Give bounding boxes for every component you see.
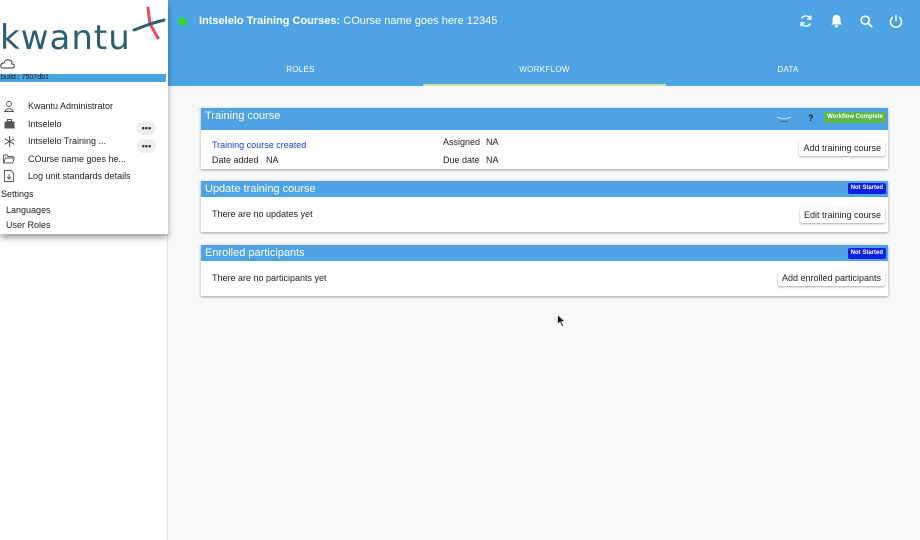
more-options-button[interactable]: •••	[137, 121, 156, 135]
sidebar-item-intselelo[interactable]: Intselelo	[0, 116, 62, 132]
tab-data[interactable]: DATA	[666, 60, 910, 86]
page-title-course: COurse name goes here 12345	[340, 15, 498, 27]
assigned-label: Assigned	[443, 137, 481, 147]
card-header: Update training course Not Started	[201, 181, 888, 197]
card-body: There are no updates yet Edit training c…	[201, 197, 888, 232]
card-body: There are no participants yet Add enroll…	[201, 261, 888, 296]
refresh-icon[interactable]	[798, 13, 814, 29]
update-training-course-card: Update training course Not Started There…	[201, 181, 888, 232]
cloud-icon[interactable]	[0, 58, 16, 70]
logo-mark-icon	[132, 6, 166, 40]
card-title: Training course	[205, 110, 281, 122]
help-icon[interactable]: ?	[808, 112, 814, 124]
add-enrolled-participants-button[interactable]: Add enrolled participants	[777, 271, 885, 286]
sidebar-item-user[interactable]: Kwantu Administrator	[0, 98, 113, 114]
folder-open-icon	[3, 153, 15, 165]
bell-icon[interactable]	[828, 13, 844, 29]
sidebar-item-label: Log unit standards details	[28, 171, 131, 181]
sidebar: kwantu build : 7507db1 Kwantu Administra…	[0, 0, 168, 540]
sidebar-item-label: Kwantu Administrator	[28, 101, 114, 111]
briefcase-icon	[3, 118, 15, 130]
no-participants-message: There are no participants yet	[212, 273, 327, 283]
status-badge: Workflow Complete	[824, 112, 886, 123]
training-course-card: Training course ? Workflow Complete Trai…	[201, 108, 888, 169]
due-date-label: Due date	[443, 155, 480, 165]
assigned-value: NA	[486, 137, 499, 147]
page-title-app: Intselelo Training Courses:	[199, 15, 341, 27]
enrolled-participants-card: Enrolled participants Not Started There …	[201, 245, 888, 296]
sidebar-item-log-unit[interactable]: Log unit standards details	[0, 168, 131, 184]
sidebar-menu: kwantu build : 7507db1 Kwantu Administra…	[0, 0, 168, 234]
date-added-value: NA	[266, 155, 279, 165]
document-icon	[3, 170, 15, 182]
sidebar-item-label: Intselelo Training ...	[28, 136, 107, 146]
tab-roles[interactable]: ROLES	[178, 60, 423, 86]
training-course-created-link[interactable]: Training course created	[212, 140, 306, 150]
settings-item-user-roles[interactable]: User Roles	[6, 220, 51, 230]
power-icon[interactable]	[888, 13, 904, 29]
sidebar-item-course[interactable]: COurse name goes he...	[0, 151, 126, 167]
mouse-cursor-icon	[557, 314, 566, 327]
no-updates-message: There are no updates yet	[212, 209, 313, 219]
sidebar-item-label: Intselelo	[28, 119, 62, 129]
search-icon[interactable]	[858, 13, 874, 29]
date-added-label: Date added	[212, 155, 259, 165]
status-badge: Not Started	[847, 248, 886, 259]
sidebar-item-training[interactable]: Intselelo Training ...	[0, 133, 106, 149]
kwantu-logo[interactable]: kwantu	[0, 6, 168, 58]
card-header: Training course ? Workflow Complete	[201, 108, 888, 130]
card-body: Training course created Date added NA As…	[201, 130, 888, 169]
more-options-button[interactable]: •••	[137, 139, 156, 153]
settings-item-languages[interactable]: Languages	[6, 205, 51, 215]
add-training-course-button[interactable]: Add training course	[799, 141, 885, 156]
build-version: build : 7507db1	[0, 74, 166, 82]
tab-workflow[interactable]: WORKFLOW	[423, 60, 666, 86]
due-date-value: NA	[486, 155, 499, 165]
settings-heading[interactable]: Settings	[1, 189, 34, 199]
card-title: Update training course	[205, 183, 316, 195]
app-header: Intselelo Training Courses: COurse name …	[168, 0, 920, 86]
card-header: Enrolled participants Not Started	[201, 245, 888, 261]
sidebar-item-label: COurse name goes he...	[28, 154, 127, 164]
snowflake-icon	[3, 135, 15, 147]
logo-text: kwantu	[0, 18, 131, 58]
status-indicator	[178, 17, 187, 26]
page-title: Intselelo Training Courses: COurse name …	[199, 15, 497, 27]
cloud-sync-icon[interactable]	[776, 115, 792, 123]
status-badge: Not Started	[847, 183, 886, 194]
user-icon	[3, 100, 15, 112]
card-title: Enrolled participants	[205, 247, 305, 259]
edit-training-course-button[interactable]: Edit training course	[799, 208, 885, 223]
